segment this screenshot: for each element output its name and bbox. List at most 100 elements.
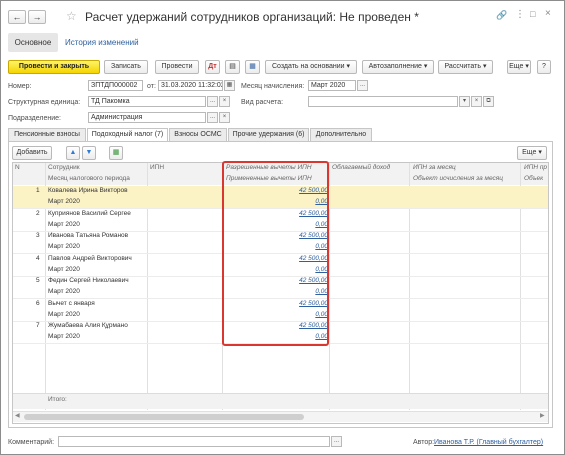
month-label: Месяц начисления: — [241, 83, 305, 90]
tab-income-tax[interactable]: Подоходный налог (7) — [87, 128, 168, 142]
post-and-close-button[interactable]: Провести и закрыть — [8, 60, 100, 74]
calc-type-clear-button[interactable]: × — [471, 96, 482, 107]
author-link[interactable]: Иванова Т.Р. (Главный бухгалтер) — [434, 438, 543, 447]
tab-osms[interactable]: Взносы ОСМС — [169, 128, 227, 141]
link-icon[interactable]: 🔗 — [496, 10, 507, 21]
tab-pension[interactable]: Пенсионные взносы — [8, 128, 86, 141]
row-employee[interactable]: Вычет с января — [48, 300, 146, 308]
chevron-down-icon: ▾ — [538, 149, 542, 156]
structure-icon[interactable]: ▦ — [245, 60, 260, 74]
unit-field[interactable]: ТД Пакомка — [88, 96, 206, 107]
calc-type-dropdown-button[interactable]: ▾ — [459, 96, 470, 107]
row-month[interactable]: Март 2020 — [48, 266, 80, 274]
chevron-down-icon: ▾ — [482, 63, 487, 70]
row-month[interactable]: Март 2020 — [48, 198, 80, 206]
col-n-header: N — [15, 164, 20, 171]
help-button[interactable]: ? — [537, 60, 551, 74]
row-employee[interactable]: Куприянов Василий Сергее — [48, 210, 146, 218]
month-picker-button[interactable]: ... — [357, 80, 368, 91]
date-label: от: — [147, 83, 156, 90]
move-up-button[interactable]: ▲ — [66, 146, 80, 160]
back-arrow-icon: ← — [12, 12, 22, 22]
scrollbar-thumb[interactable] — [24, 414, 304, 420]
month-field[interactable]: Март 2020 — [308, 80, 356, 91]
comment-label: Комментарий: — [8, 439, 55, 446]
calendar-icon[interactable]: ▦ — [224, 80, 235, 91]
row-employee[interactable]: Иванова Татьяна Романов — [48, 232, 146, 240]
fill-table-button[interactable]: ▦ — [109, 146, 123, 160]
row-month[interactable]: Март 2020 — [48, 311, 80, 319]
row-employee[interactable]: Павлов Андрей Викторович — [48, 255, 146, 263]
row-employee[interactable]: Жумабаева Алия Құрмано — [48, 322, 146, 330]
row-number: 1 — [36, 187, 40, 194]
document-icon[interactable]: ▤ — [225, 60, 240, 74]
tab-other-deductions[interactable]: Прочие удержания (6) — [228, 128, 309, 141]
row-number: 5 — [36, 277, 40, 284]
save-button[interactable]: Записать — [104, 60, 148, 74]
tab-additional[interactable]: Дополнительно — [310, 128, 372, 141]
table-more-button[interactable]: Еще ▾ — [517, 146, 547, 160]
row-number: 2 — [36, 210, 40, 217]
scroll-right-icon[interactable]: ▶ — [540, 412, 545, 419]
number-label: Номер: — [8, 83, 32, 90]
calc-type-label: Вид расчета: — [241, 99, 284, 106]
row-month[interactable]: Март 2020 — [48, 333, 80, 341]
division-select-button[interactable]: ... — [207, 112, 218, 123]
maximize-icon[interactable]: □ — [530, 9, 535, 19]
row-number: 3 — [36, 232, 40, 239]
row-number: 7 — [36, 322, 40, 329]
star-icon[interactable]: ☆ — [66, 9, 77, 23]
chevron-down-icon: ▾ — [525, 63, 529, 70]
unit-select-button[interactable]: ... — [207, 96, 218, 107]
comment-field[interactable] — [58, 436, 330, 447]
number-field[interactable]: ЗПТДП000002 — [88, 80, 143, 91]
forward-arrow-icon: → — [32, 12, 42, 22]
calculate-button[interactable]: Рассчитать ▾ — [438, 60, 493, 74]
row-month[interactable]: Март 2020 — [48, 243, 80, 251]
col-taxable-income-header: Облагаемый доход — [332, 164, 391, 171]
scroll-left-icon[interactable]: ◀ — [15, 412, 20, 419]
col-calc-object-header: Объект исчисления за месяц — [413, 175, 503, 182]
report-icon[interactable]: Дт — [205, 60, 220, 74]
unit-clear-button[interactable]: × — [219, 96, 230, 107]
col-employee-header: Сотрудник — [48, 164, 80, 171]
tab-history[interactable]: История изменений — [65, 38, 139, 47]
division-field[interactable]: Администрация — [88, 112, 206, 123]
calc-type-open-button[interactable]: ⧉ — [483, 96, 494, 107]
calc-type-field[interactable] — [308, 96, 458, 107]
close-icon[interactable]: × — [545, 8, 551, 19]
chevron-down-icon: ▾ — [346, 63, 351, 70]
window-title: Расчет удержаний сотрудников организаций… — [85, 10, 419, 24]
totals-label: Итого: — [48, 396, 67, 403]
table-more-label: Еще — [522, 149, 537, 156]
arrow-down-icon: ▼ — [85, 149, 93, 156]
calculate-label: Рассчитать — [444, 63, 482, 70]
more-button[interactable]: Еще ▾ — [507, 60, 531, 74]
create-based-on-button[interactable]: Создать на основании ▾ — [265, 60, 357, 74]
autofill-label: Автозаполнение — [368, 63, 422, 70]
col-tax-month-header: Месяц налогового периода — [48, 175, 130, 182]
highlight-box — [222, 161, 329, 346]
back-button[interactable]: ← — [8, 10, 26, 24]
row-month[interactable]: Март 2020 — [48, 221, 80, 229]
row-number: 6 — [36, 300, 40, 307]
unit-label: Структурная единица: — [8, 99, 81, 106]
tab-main[interactable]: Основное — [8, 33, 58, 52]
row-employee[interactable]: Федин Сергей Николаевич — [48, 277, 146, 285]
post-button[interactable]: Провести — [155, 60, 199, 74]
division-label: Подразделение: — [8, 115, 61, 122]
col-ipn-prev-header: ИПН пр — [524, 164, 548, 171]
chevron-down-icon: ▾ — [423, 63, 428, 70]
more-menu-icon[interactable]: ⋮ — [515, 9, 525, 20]
row-month[interactable]: Март 2020 — [48, 288, 80, 296]
move-down-button[interactable]: ▼ — [82, 146, 96, 160]
more-label: Еще — [509, 63, 524, 70]
add-button[interactable]: Добавить — [12, 146, 52, 160]
autofill-button[interactable]: Автозаполнение ▾ — [362, 60, 434, 74]
comment-open-button[interactable]: ... — [331, 436, 342, 447]
col-ipn-header: ИПН — [150, 164, 165, 171]
date-field[interactable]: 31.03.2020 11:32:02 — [158, 80, 223, 91]
row-employee[interactable]: Ковалева Ирина Викторов — [48, 187, 146, 195]
division-clear-button[interactable]: × — [219, 112, 230, 123]
forward-button[interactable]: → — [28, 10, 46, 24]
